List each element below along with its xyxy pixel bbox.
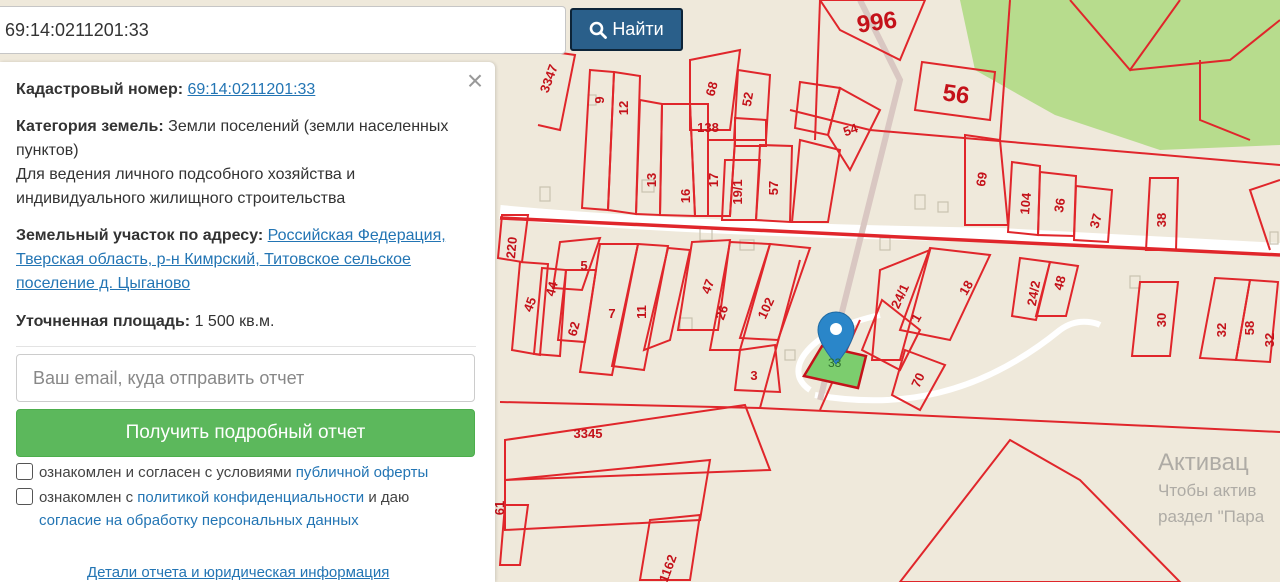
windows-activation-watermark: Активац Чтобы актив раздел "Пара — [1158, 448, 1264, 530]
public-offer-link[interactable]: публичной оферты — [296, 464, 429, 481]
offer-text: ознакомлен и согласен с условиями — [39, 464, 292, 481]
area-row: Уточненная площадь: 1 500 кв.м. — [16, 310, 476, 334]
address-row: Земельный участок по адресу: Российская … — [16, 224, 476, 296]
privacy-consent-row: ознакомлен с политикой конфиденциальност… — [16, 486, 486, 532]
privacy-middle-text: и даю — [368, 489, 410, 506]
area-value: 1 500 кв.м. — [194, 313, 275, 330]
watermark-title: Активац — [1158, 449, 1249, 476]
offer-checkbox[interactable] — [16, 463, 33, 480]
cadastral-number-row: Кадастровый номер: 69:14:0211201:33 — [16, 78, 476, 102]
search-button-label: Найти — [612, 19, 664, 39]
cadastral-number-link[interactable]: 69:14:0211201:33 — [188, 81, 316, 98]
email-field[interactable] — [16, 354, 475, 402]
watermark-line-1: Чтобы актив — [1158, 481, 1257, 500]
plot-info-panel: × Кадастровый номер: 69:14:0211201:33 Ка… — [0, 62, 495, 582]
land-category-label: Категория земель: — [16, 118, 164, 135]
privacy-text: ознакомлен с — [39, 489, 134, 506]
search-input[interactable] — [0, 6, 566, 54]
search-icon — [590, 21, 608, 39]
get-report-button[interactable]: Получить подробный отчет — [16, 409, 475, 457]
land-category-row: Категория земель: Земли поселений (земли… — [16, 115, 476, 211]
personal-data-consent-link[interactable]: согласие на обработку персональных данны… — [39, 512, 359, 529]
area-label: Уточненная площадь: — [16, 313, 191, 330]
address-label: Земельный участок по адресу: — [16, 227, 264, 244]
watermark-line-2: раздел "Пара — [1158, 507, 1265, 526]
report-details-link[interactable]: Детали отчета и юридическая информация — [87, 564, 389, 581]
privacy-checkbox[interactable] — [16, 488, 33, 505]
marker-label: 33 — [828, 356, 842, 370]
cadastral-number-label: Кадастровый номер: — [16, 81, 184, 98]
land-usage-value: Для ведения личного подсобного хозяйства… — [16, 166, 356, 207]
search-button[interactable]: Найти — [570, 8, 683, 51]
offer-consent-row: ознакомлен и согласен с условиями публич… — [16, 461, 486, 484]
privacy-policy-link[interactable]: политикой конфиденциальности — [137, 489, 364, 506]
divider — [16, 346, 476, 347]
